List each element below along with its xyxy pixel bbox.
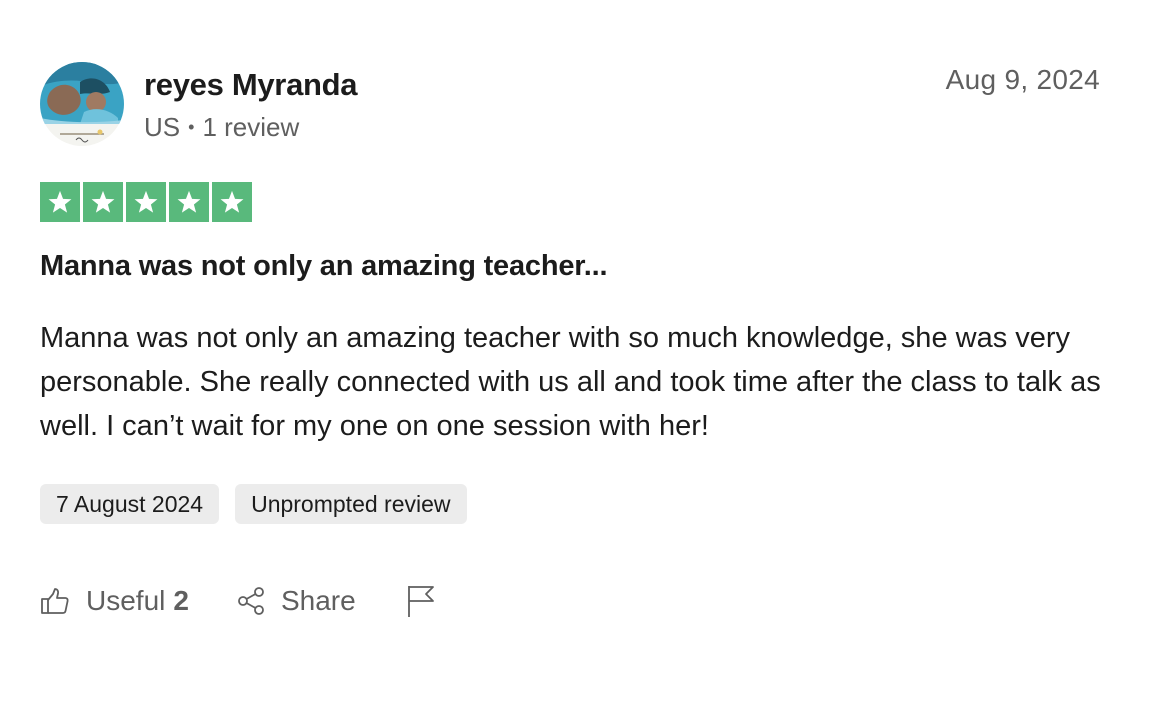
report-button[interactable] [406,584,436,618]
useful-count: 2 [173,585,189,616]
star-icon [83,182,123,222]
reviewer-name[interactable]: reyes Myranda [144,67,358,103]
useful-button[interactable]: Useful 2 [40,585,189,617]
reviewer-details: US • 1 review [144,111,357,143]
review-title[interactable]: Manna was not only an amazing teacher... [40,248,1100,284]
review-badges: 7 August 2024 Unprompted review [40,484,1100,524]
review-actions: Useful 2 Share [40,584,1100,618]
star-icon [169,182,209,222]
flag-icon [406,584,436,618]
experience-date-badge: 7 August 2024 [40,484,220,524]
reviewer-country: US [144,112,181,142]
useful-label: Useful [86,585,166,616]
separator-dot: • [188,117,195,137]
star-rating [40,182,1100,222]
reviewer-review-count: 1 review [202,112,300,142]
unprompted-review-badge[interactable]: Unprompted review [235,484,467,524]
share-icon [237,586,267,616]
avatar-image [40,62,124,146]
star-icon [40,182,80,222]
thumbs-up-icon [40,586,70,616]
share-button[interactable]: Share [237,585,356,617]
review-card: reyes Myranda US • 1 review Aug 9, 2024 … [40,60,1101,618]
review-posted-date: Aug 9, 2024 [945,64,1100,95]
review-body: Manna was not only an amazing teacher wi… [40,322,1101,442]
reviewer-info: reyes Myranda US • 1 review [144,60,358,143]
avatar[interactable] [40,62,124,146]
review-header: reyes Myranda US • 1 review Aug 9, 2024 [40,60,1100,152]
star-icon [212,182,252,222]
star-icon [126,182,166,222]
share-label: Share [280,585,356,616]
